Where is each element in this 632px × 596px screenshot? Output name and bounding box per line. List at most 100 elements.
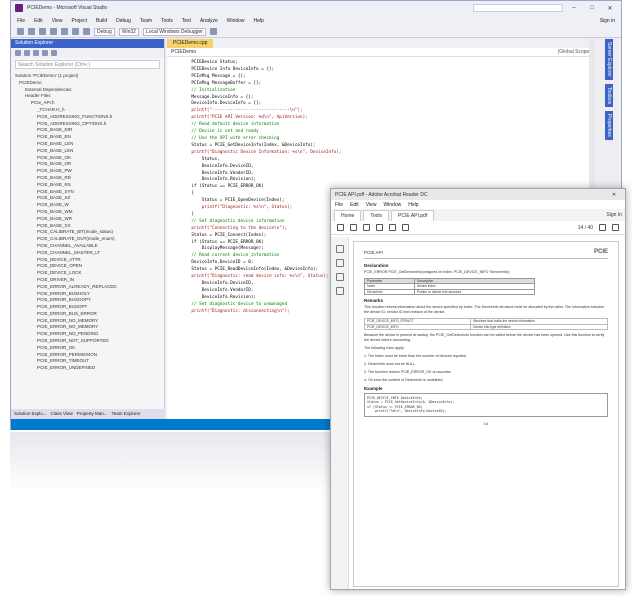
- layers-icon[interactable]: [335, 287, 344, 295]
- home-icon[interactable]: [15, 50, 21, 56]
- menu-item-view[interactable]: View: [52, 18, 63, 24]
- pdf-menu-item[interactable]: File: [335, 202, 343, 208]
- platform-dropdown[interactable]: Win32: [118, 27, 139, 36]
- tree-item[interactable]: PCIE_BASE_W: [15, 202, 160, 209]
- pdf-menu-item[interactable]: View: [366, 202, 377, 208]
- tree-item[interactable]: PCIE_ERROR_OK: [15, 345, 160, 352]
- tree-item[interactable]: PCIE_ERROR_PERMISSION: [15, 352, 160, 359]
- close-icon[interactable]: ✕: [603, 5, 617, 12]
- tree-item[interactable]: PCIE_ERROR_UNDEFINED: [15, 365, 160, 372]
- redo-icon[interactable]: [83, 28, 90, 35]
- pdf-tab[interactable]: Tools: [363, 210, 390, 221]
- menu-item-test[interactable]: Test: [182, 18, 191, 24]
- tree-item[interactable]: PCIE_ERROR_BUSOPT: [15, 304, 160, 311]
- back-icon[interactable]: [17, 28, 24, 35]
- thumbnails-icon[interactable]: [335, 273, 344, 281]
- tree-item[interactable]: PCIE_ADDRESSING_FUNCTIONS.h: [15, 114, 160, 121]
- tree-item[interactable]: PCIE_DEVICE_LOCK: [15, 270, 160, 277]
- tree-item[interactable]: PCIE_BASE_OR: [15, 161, 160, 168]
- solution-search-input[interactable]: Search Solution Explorer (Ctrl+;): [15, 60, 160, 69]
- tree-item[interactable]: PCIE_ERROR_NO_PENDING: [15, 331, 160, 338]
- menu-item-window[interactable]: Window: [227, 18, 245, 24]
- menu-item-debug[interactable]: Debug: [116, 18, 131, 24]
- menu-item-tools[interactable]: Tools: [161, 18, 173, 24]
- tree-item[interactable]: Solution 'PCIEDemo' (1 project): [15, 73, 160, 80]
- minimize-icon[interactable]: –: [567, 5, 581, 11]
- menu-item-file[interactable]: File: [17, 18, 25, 24]
- tree-item[interactable]: PCIE_BASE_SZ: [15, 195, 160, 202]
- open-file-icon[interactable]: [50, 28, 57, 35]
- page-up-icon[interactable]: [389, 224, 396, 231]
- config-dropdown[interactable]: Debug: [94, 27, 115, 36]
- tree-item[interactable]: PCIE_DEVICE_ATTR: [15, 257, 160, 264]
- search-icon[interactable]: [376, 224, 383, 231]
- properties-icon[interactable]: [51, 50, 57, 56]
- bookmark-icon[interactable]: [335, 245, 344, 253]
- tree-item[interactable]: PCIE_BASE_SYN: [15, 189, 160, 196]
- tree-item[interactable]: PCIE_ERROR_TIMEOUT: [15, 358, 160, 365]
- maximize-icon[interactable]: □: [585, 5, 599, 11]
- tree-item[interactable]: PCIE_CALIBRATE_BIT(mode_status): [15, 229, 160, 236]
- pdf-menu-item[interactable]: Help: [408, 202, 418, 208]
- pdf-sign-in[interactable]: Sign In: [606, 212, 622, 218]
- tree-item[interactable]: PCIE_ERROR_BUSHOLY: [15, 291, 160, 298]
- mail-icon[interactable]: [363, 224, 370, 231]
- tree-item[interactable]: PCIE_BASE_PW: [15, 168, 160, 175]
- sync-icon[interactable]: [24, 50, 30, 56]
- right-tool-tab[interactable]: Toolbox: [605, 83, 613, 107]
- tree-item[interactable]: PCIE_BASE_OK: [15, 155, 160, 162]
- tree-item[interactable]: PCIE_ERROR_BUS_ERROR: [15, 311, 160, 318]
- print-icon[interactable]: [350, 224, 357, 231]
- menu-item-help[interactable]: Help: [254, 18, 264, 24]
- tree-item[interactable]: PCIEDemo: [15, 80, 160, 87]
- menu-item-build[interactable]: Build: [96, 18, 107, 24]
- nav-project-dropdown[interactable]: PCIEDemo: [171, 49, 196, 55]
- zoom-out-icon[interactable]: [599, 224, 606, 231]
- tree-item[interactable]: PCIE_ERROR_BUSOOPY: [15, 297, 160, 304]
- zoom-in-icon[interactable]: [612, 224, 619, 231]
- forward-icon[interactable]: [28, 28, 35, 35]
- tree-item[interactable]: _TCHAR.H_h: [15, 107, 160, 114]
- nav-scope-dropdown[interactable]: (Global Scope): [558, 49, 591, 55]
- tree-item[interactable]: PCIE_ERROR_NO_MEMORY: [15, 324, 160, 331]
- tree-item[interactable]: PCIE_BASE_RS: [15, 182, 160, 189]
- quick-launch-input[interactable]: [473, 4, 563, 12]
- refresh-icon[interactable]: [33, 50, 39, 56]
- tree-item[interactable]: PCIE_DEVICE_OPEN: [15, 263, 160, 270]
- tree-item[interactable]: PCIE_ERROR_ALREADY_REPLACED: [15, 284, 160, 291]
- save-icon[interactable]: [337, 224, 344, 231]
- tree-item[interactable]: PCIE_ERROR_NO_MEMORY: [15, 318, 160, 325]
- new-file-icon[interactable]: [39, 28, 46, 35]
- pdf-tab[interactable]: Home: [334, 210, 362, 221]
- tree-item[interactable]: PCIE_BASE_WM: [15, 209, 160, 216]
- solution-pane-tab[interactable]: Class View: [51, 411, 73, 417]
- page-down-icon[interactable]: [402, 224, 409, 231]
- tree-item[interactable]: PCIE_BASE_XX: [15, 223, 160, 230]
- page-indicator[interactable]: 14 / 40: [578, 225, 593, 231]
- pdf-menu-item[interactable]: Window: [383, 202, 401, 208]
- solution-pane-tab[interactable]: Team Explorer: [111, 411, 140, 417]
- right-tool-tab[interactable]: Properties: [605, 110, 613, 140]
- collapse-icon[interactable]: [42, 50, 48, 56]
- start-debug-icon[interactable]: [209, 28, 217, 35]
- undo-icon[interactable]: [72, 28, 79, 35]
- debug-target-button[interactable]: Local Windows Debugger: [142, 27, 206, 36]
- pdf-close-icon[interactable]: ✕: [607, 192, 621, 198]
- tree-item[interactable]: PCIe_API.h: [15, 100, 160, 107]
- tree-item[interactable]: PCIE_BASE_DIR: [15, 127, 160, 134]
- attachment-icon[interactable]: [335, 259, 344, 267]
- solution-pane-tab[interactable]: Property Man...: [77, 411, 108, 417]
- pdf-tab[interactable]: PCIE API.pdf: [391, 210, 435, 221]
- tree-item[interactable]: PCIE_CALIBRATE_DUT(mode_enum): [15, 236, 160, 243]
- tree-item[interactable]: PCIE_ADDRESSING_OPTIONS.h: [15, 121, 160, 128]
- tree-item[interactable]: PCIE_CHANNEL_AVAILABLE: [15, 243, 160, 250]
- pdf-menu-item[interactable]: Edit: [350, 202, 359, 208]
- tree-item[interactable]: PCIE_BASE_WR: [15, 216, 160, 223]
- pdf-page[interactable]: PCIE API PCIE Declaration PCIE_ERROR PCI…: [353, 241, 619, 587]
- tree-item[interactable]: PCIE_CHANNEL_MASTER_LT: [15, 250, 160, 257]
- tree-item[interactable]: Header Files: [15, 93, 160, 100]
- tree-item[interactable]: External Dependencies: [15, 87, 160, 94]
- tree-item[interactable]: PCIE_BASE_RD: [15, 175, 160, 182]
- right-tool-tab[interactable]: Server Explorer: [605, 39, 613, 80]
- tree-item[interactable]: PCIE_ERROR_NOT_SUPPORTED: [15, 338, 160, 345]
